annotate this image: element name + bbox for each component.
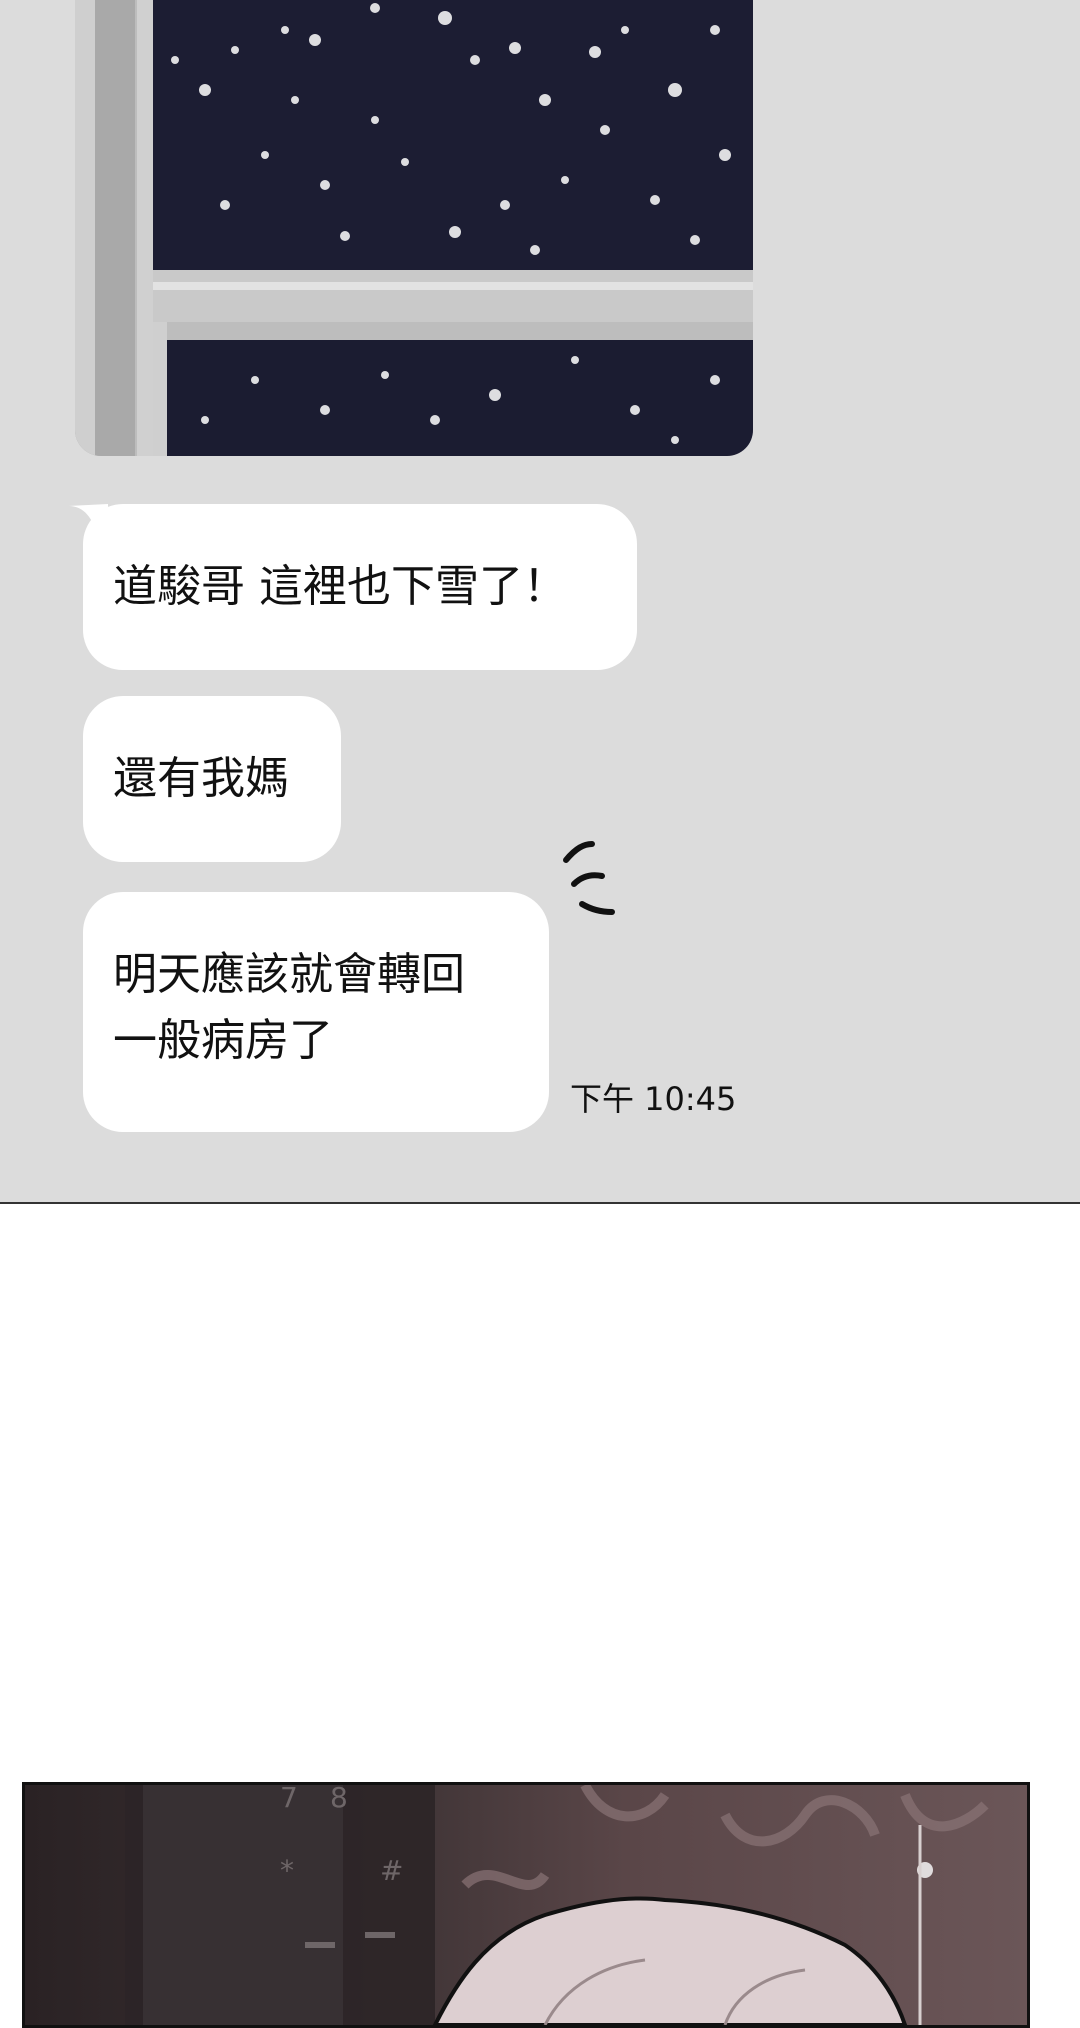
- message-text-line: 明天應該就會轉回: [113, 949, 465, 1000]
- chat-bubble[interactable]: 明天應該就會轉回 一般病房了: [83, 892, 549, 1132]
- chat-bubble[interactable]: 道駿哥 這裡也下雪了！: [83, 504, 637, 670]
- snowy-window-photo: [75, 0, 753, 456]
- message-text-line: 一般病房了: [113, 1015, 333, 1066]
- keypad-digit: *: [280, 1854, 294, 1887]
- message-text: 還有我媽: [113, 753, 289, 804]
- message-timestamp: 下午 10:45: [570, 1080, 737, 1118]
- vibration-lines-icon: [563, 841, 615, 915]
- keypad-digit: #: [380, 1854, 403, 1887]
- photo-message[interactable]: [75, 0, 753, 456]
- message-text: 道駿哥 這裡也下雪了！: [113, 561, 567, 612]
- hand-on-phone-illustration: 7 8 * #: [125, 1785, 989, 2025]
- chat-bubble[interactable]: 還有我媽: [83, 696, 341, 862]
- keypad-digit: 8: [330, 1785, 348, 1814]
- chat-panel: 道駿哥 這裡也下雪了！ 還有我媽 明天應該就會轉回 一般病房了 下午 10:45: [0, 0, 1080, 1204]
- keypad-digit: 7: [280, 1785, 298, 1814]
- comic-panel: 7 8 * #: [22, 1782, 1030, 2028]
